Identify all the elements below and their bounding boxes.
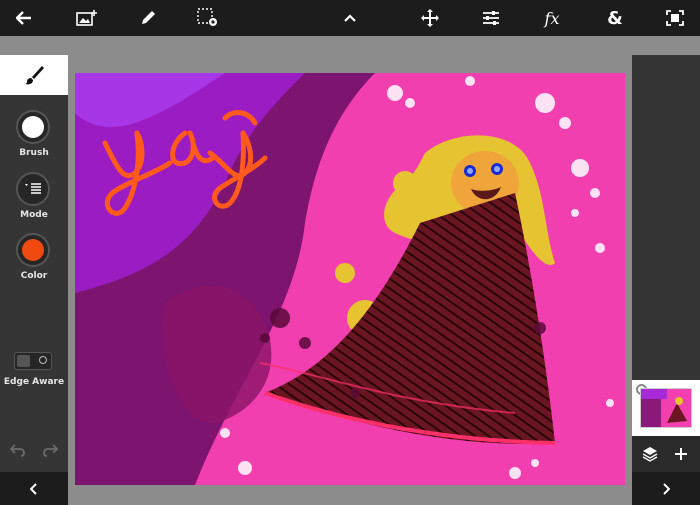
mode-label: Mode — [20, 210, 48, 220]
move-icon[interactable] — [412, 0, 448, 36]
undo-redo-row — [0, 436, 68, 466]
ampersand-icon[interactable]: & — [597, 0, 633, 36]
color-button[interactable] — [16, 233, 50, 267]
redo-icon[interactable] — [42, 442, 59, 461]
left-collapse-button[interactable] — [0, 472, 68, 505]
mode-button[interactable] — [16, 172, 50, 206]
artwork — [75, 73, 625, 485]
brush-label: Brush — [19, 148, 49, 158]
layer-tools — [632, 436, 700, 472]
color-label: Color — [20, 271, 48, 281]
layer-thumbnail — [640, 388, 692, 428]
ampersand-label: & — [607, 7, 623, 29]
top-toolbar: fx & — [0, 0, 700, 36]
layer-thumbnail-row[interactable] — [632, 380, 700, 436]
drawing-canvas[interactable] — [75, 73, 625, 485]
fx-label: fx — [544, 8, 560, 28]
brush-tool-tab[interactable] — [0, 55, 68, 95]
left-tool-panel: Brush Mode Color Edge Aware — [0, 55, 68, 505]
selection-settings-icon[interactable] — [190, 0, 226, 36]
right-collapse-button[interactable] — [632, 472, 700, 505]
toggle-ring-icon — [39, 356, 47, 364]
pencil-icon[interactable] — [130, 0, 166, 36]
undo-icon[interactable] — [9, 442, 26, 461]
fullscreen-icon[interactable] — [657, 0, 693, 36]
fx-icon[interactable]: fx — [534, 0, 570, 36]
back-arrow-icon[interactable] — [6, 0, 42, 36]
chevron-right-icon — [663, 482, 670, 495]
mode-list-icon — [25, 183, 41, 194]
add-layer-icon[interactable] — [674, 446, 688, 465]
brush-icon — [25, 66, 44, 85]
layers-icon[interactable] — [642, 446, 658, 466]
brush-preview-icon — [22, 116, 44, 138]
edge-aware-toggle[interactable] — [14, 352, 52, 370]
add-image-icon[interactable] — [69, 0, 105, 36]
chevron-left-icon — [30, 482, 37, 495]
adjustments-icon[interactable] — [473, 0, 509, 36]
brush-size-button[interactable] — [16, 110, 50, 144]
toggle-knob — [17, 355, 30, 367]
chevron-up-icon[interactable] — [332, 0, 368, 36]
color-swatch — [22, 239, 44, 261]
edge-aware-label: Edge Aware — [3, 377, 65, 387]
